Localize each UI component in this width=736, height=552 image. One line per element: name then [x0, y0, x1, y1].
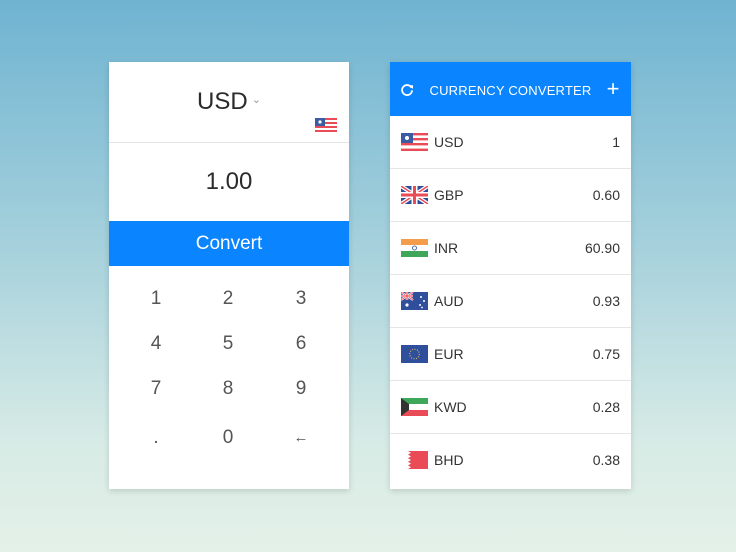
currency-code: BHD	[434, 452, 464, 468]
key-6[interactable]: 6	[281, 329, 321, 359]
app-title: CURRENCY CONVERTER	[429, 83, 592, 98]
convert-button[interactable]: Convert	[109, 221, 349, 266]
currency-code: USD	[434, 134, 464, 150]
key-0[interactable]: 0	[208, 423, 248, 453]
currency-rate: 0.75	[592, 346, 620, 362]
bahrain-flag-icon	[401, 451, 428, 469]
eu-flag-icon	[401, 345, 428, 363]
key-5[interactable]: 5	[208, 329, 248, 359]
currency-rate: 60.90	[584, 240, 620, 256]
currency-rate: 1	[612, 134, 620, 150]
currency-row-gbp[interactable]: GBP 0.60	[390, 169, 631, 222]
key-4[interactable]: 4	[136, 329, 176, 359]
currency-code: INR	[434, 240, 459, 256]
amount-display[interactable]: 1.00	[109, 143, 349, 221]
currency-rate: 0.93	[592, 293, 620, 309]
currency-code[interactable]: USD	[197, 88, 248, 115]
key-7[interactable]: 7	[136, 374, 176, 404]
currency-list-panel: CURRENCY CONVERTER + USD 1 GBP 0.60 INR …	[390, 62, 631, 489]
currency-rate: 0.60	[592, 187, 620, 203]
currency-row-kwd[interactable]: KWD 0.28	[390, 381, 631, 434]
currency-row-aud[interactable]: AUD 0.93	[390, 275, 631, 328]
us-flag-icon	[401, 133, 428, 151]
app-header: CURRENCY CONVERTER +	[390, 62, 631, 116]
key-8[interactable]: 8	[208, 374, 248, 404]
currency-row-eur[interactable]: EUR 0.75	[390, 328, 631, 381]
converter-panel: USD ⌄ 1.00 Convert 1 2 3 4 5 6 7 8 9 . 0 …	[109, 62, 349, 489]
backspace-key[interactable]: ←	[281, 423, 321, 453]
currency-code: AUD	[434, 293, 464, 309]
currency-code-wrap[interactable]: USD ⌄	[109, 88, 349, 116]
kuwait-flag-icon	[401, 398, 428, 416]
key-decimal[interactable]: .	[136, 423, 176, 453]
currency-code: GBP	[434, 187, 464, 203]
india-flag-icon	[401, 239, 428, 257]
australia-flag-icon	[401, 292, 428, 310]
currency-row-inr[interactable]: INR 60.90	[390, 222, 631, 275]
currency-code: KWD	[434, 399, 467, 415]
key-2[interactable]: 2	[208, 284, 248, 314]
currency-row-bhd[interactable]: BHD 0.38	[390, 434, 631, 487]
chevron-down-icon[interactable]: ⌄	[252, 94, 261, 106]
currency-code: EUR	[434, 346, 464, 362]
key-3[interactable]: 3	[281, 284, 321, 314]
currency-selector[interactable]: USD ⌄	[109, 62, 349, 143]
key-9[interactable]: 9	[281, 374, 321, 404]
key-1[interactable]: 1	[136, 284, 176, 314]
currency-rate: 0.28	[592, 399, 620, 415]
currency-rate: 0.38	[592, 452, 620, 468]
currency-row-usd[interactable]: USD 1	[390, 116, 631, 169]
uk-flag-icon	[401, 186, 428, 204]
add-currency-button[interactable]: +	[604, 77, 622, 101]
us-flag-icon	[315, 118, 337, 133]
